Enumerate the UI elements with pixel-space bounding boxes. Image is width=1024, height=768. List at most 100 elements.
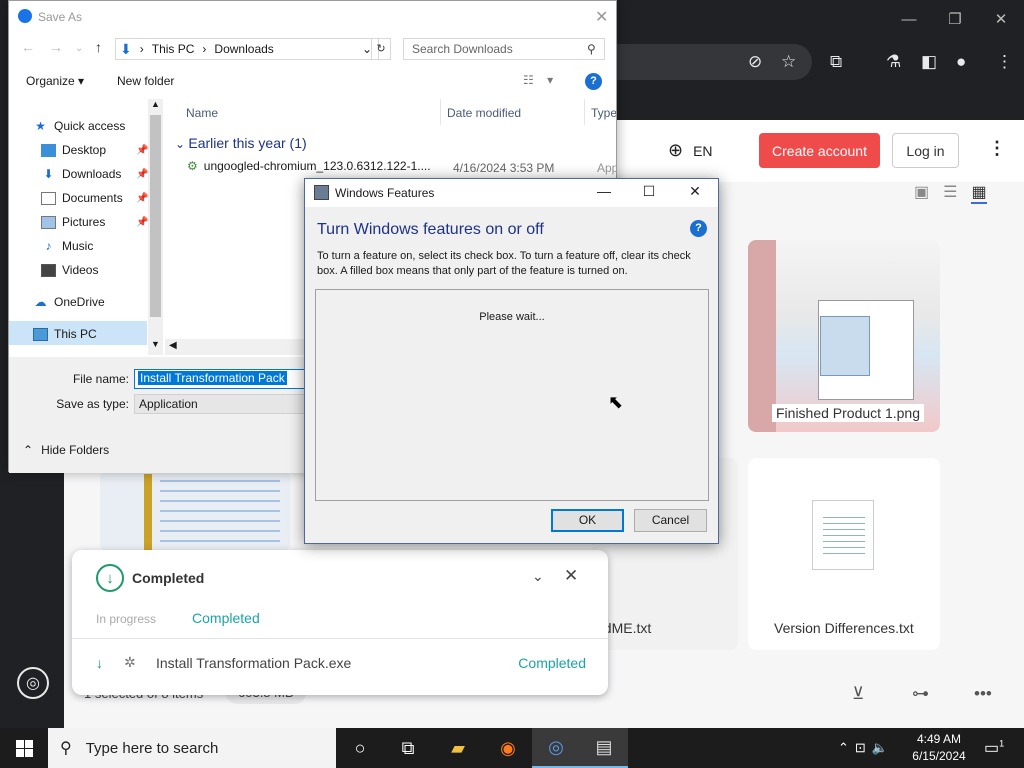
text-file-icon [812, 500, 874, 570]
tab-in-progress[interactable]: In progress [96, 612, 156, 626]
close-icon[interactable]: ✕ [595, 7, 608, 27]
file-row[interactable]: ⚙ ungoogled-chromium_123.0.6312.122-1...… [187, 159, 431, 173]
task-view-icon[interactable]: ⧉ [384, 728, 432, 768]
nav-videos[interactable]: Videos [41, 263, 98, 277]
nav-desktop[interactable]: Desktop [41, 143, 106, 157]
menu-icon[interactable]: ⋮ [996, 50, 1013, 74]
breadcrumb-downloads[interactable]: Downloads [214, 42, 273, 56]
scroll-left-icon[interactable]: ◀ [169, 340, 177, 351]
browser-minimize-button[interactable]: — [886, 4, 932, 34]
create-account-button[interactable]: Create account [759, 133, 880, 168]
nav-documents[interactable]: Documents [41, 191, 123, 205]
more-options-icon[interactable]: ⋮ [988, 138, 1006, 159]
browser-close-button[interactable]: ✕ [978, 4, 1024, 34]
scrollbar-thumb[interactable] [150, 115, 161, 317]
chromium-icon[interactable]: ◎ [532, 728, 580, 768]
group-header[interactable]: ⌄ Earlier this year (1) [175, 135, 307, 151]
volume-icon[interactable]: 🔈 [872, 740, 888, 756]
file-name-value: Install Transformation Pack [138, 371, 287, 385]
chevron-down-icon[interactable]: ⌄ [532, 568, 544, 585]
pin-icon: 📌 [136, 145, 149, 156]
breadcrumb[interactable]: ⬇ › This PC › Downloads ⌄ [115, 38, 379, 60]
up-icon[interactable]: ↑ [95, 39, 102, 55]
tab-completed[interactable]: Completed [192, 610, 260, 626]
maximize-icon[interactable]: ☐ [634, 183, 664, 200]
installer-app-icon[interactable]: ▤ [580, 728, 628, 768]
network-icon[interactable]: ⊡ [855, 740, 866, 756]
hide-folders-button[interactable]: ⌃ Hide Folders [23, 443, 109, 457]
nav-music[interactable]: ♪ Music [41, 239, 94, 253]
nav-scrollbar[interactable]: ▲ ▼ [148, 99, 163, 355]
help-icon[interactable]: ? [585, 73, 602, 90]
cloud-icon: ☁ [34, 294, 47, 309]
app-icon[interactable]: ◎ [17, 667, 49, 699]
log-in-button[interactable]: Log in [892, 133, 959, 168]
save-as-titlebar: Save As ✕ [9, 1, 616, 33]
firefox-icon[interactable]: ◉ [484, 728, 532, 768]
organize-button[interactable]: Organize ▾ [26, 74, 84, 88]
breadcrumb-sep: › [139, 42, 144, 56]
minimize-icon[interactable]: — [589, 183, 619, 199]
save-as-toolbar: Organize ▾ New folder ☷ ▾ ? [9, 65, 616, 97]
refresh-icon[interactable]: ↻ [371, 38, 391, 60]
list-view-icon[interactable]: ☰ [943, 182, 957, 204]
nav-this-pc[interactable]: This PC [33, 327, 97, 341]
puzzle-icon[interactable]: ⧉ [830, 50, 842, 74]
nav-label: Downloads [62, 167, 122, 181]
forward-icon[interactable]: → [49, 39, 63, 55]
file-card-name: Finished Product 1.png [772, 404, 924, 422]
column-separator [584, 99, 585, 125]
mouse-cursor-icon: ⬉ [608, 392, 624, 412]
view-options-icon[interactable]: ☷ ▾ [523, 73, 553, 87]
column-date-modified[interactable]: Date modified [447, 106, 521, 120]
ok-button[interactable]: OK [551, 509, 624, 532]
language-selector[interactable]: ⊕ EN [668, 140, 713, 161]
nav-onedrive[interactable]: ☁ OneDrive [33, 295, 105, 309]
nav-pictures[interactable]: Pictures [41, 215, 105, 229]
profile-icon[interactable]: ● [956, 50, 966, 74]
cancel-button[interactable]: Cancel [634, 509, 707, 532]
grid-view-icon[interactable]: ▦ [971, 182, 987, 204]
back-icon[interactable]: ← [21, 39, 35, 55]
taskbar-search[interactable]: ⚲ Type here to search [48, 728, 336, 768]
link-icon[interactable]: ⊶ [912, 684, 929, 704]
column-name[interactable]: Name [186, 106, 218, 120]
download-icon[interactable]: ⊻ [852, 684, 864, 704]
nav-downloads[interactable]: ⬇ Downloads [41, 167, 121, 181]
image-view-icon[interactable]: ▣ [914, 182, 929, 204]
download-item[interactable]: ↓ ✲ Install Transformation Pack.exe Comp… [96, 654, 586, 671]
close-icon[interactable]: ✕ [564, 566, 578, 586]
file-card-thumbnail[interactable] [100, 470, 290, 552]
scroll-up-icon[interactable]: ▲ [151, 99, 160, 109]
help-icon[interactable]: ? [690, 220, 707, 237]
more-icon[interactable]: ••• [974, 684, 992, 704]
sidepanel-icon[interactable]: ◧ [921, 50, 937, 74]
browser-maximize-button[interactable]: ❐ [932, 4, 978, 34]
file-card-finished-product[interactable]: Finished Product 1.png [748, 240, 940, 432]
file-name-label: File name: [72, 372, 129, 386]
download-item-status: Completed [518, 654, 586, 671]
chevron-up-icon: ⌃ [23, 443, 34, 457]
search-input[interactable]: Search Downloads [403, 38, 605, 60]
clock[interactable]: 4:49 AM 6/15/2024 [904, 731, 974, 765]
new-folder-button[interactable]: New folder [117, 74, 174, 88]
chevron-up-icon[interactable]: ⌃ [838, 740, 849, 756]
notification-icon[interactable]: ▭1 [984, 738, 1004, 758]
nav-quick-access[interactable]: ★ Quick access [33, 119, 125, 133]
column-type[interactable]: Type [591, 106, 616, 120]
recent-chevron-icon[interactable]: ⌄ [75, 43, 83, 54]
file-card-version-differences[interactable]: Version Differences.txt [748, 458, 940, 650]
nav-label: Quick access [54, 119, 126, 133]
scroll-down-icon[interactable]: ▼ [151, 339, 160, 349]
breadcrumb-this-pc[interactable]: This PC [152, 42, 195, 56]
file-explorer-icon[interactable]: ▰ [434, 728, 482, 768]
close-icon[interactable]: ✕ [680, 183, 710, 200]
flask-icon[interactable]: ⚗ [886, 50, 901, 74]
please-wait-text: Please wait... [479, 311, 545, 323]
start-button[interactable] [0, 728, 48, 768]
features-tree[interactable]: Please wait... [315, 289, 709, 501]
star-icon[interactable]: ☆ [781, 50, 796, 74]
chromium-icon [18, 9, 32, 23]
cortana-icon[interactable]: ○ [336, 728, 384, 768]
eye-slash-icon[interactable]: ⊘ [748, 50, 762, 74]
